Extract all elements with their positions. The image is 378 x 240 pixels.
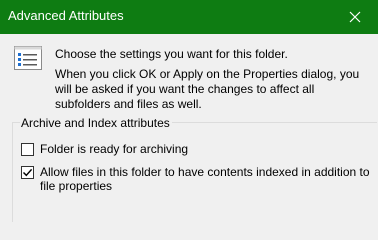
- checkmark-icon: [23, 168, 33, 177]
- archive-index-group-label: Archive and Index attributes: [20, 116, 172, 130]
- advanced-attributes-dialog: Advanced Attributes Choose the settings …: [0, 0, 378, 222]
- properties-list-icon: [14, 46, 42, 70]
- info-line-1: Choose the settings you want for this fo…: [55, 47, 288, 61]
- close-icon: [349, 11, 361, 23]
- dialog-title: Advanced Attributes: [8, 8, 124, 23]
- title-bar[interactable]: Advanced Attributes: [0, 0, 378, 34]
- index-checkbox-label[interactable]: Allow files in this folder to have conte…: [40, 165, 370, 193]
- archive-checkbox-row[interactable]: Folder is ready for archiving: [21, 142, 370, 156]
- index-checkbox[interactable]: [21, 166, 34, 179]
- info-text: Choose the settings you want for this fo…: [55, 47, 370, 112]
- index-checkbox-row[interactable]: Allow files in this folder to have conte…: [21, 165, 370, 193]
- archive-checkbox[interactable]: [21, 143, 34, 156]
- info-line-2: When you click OK or Apply on the Proper…: [55, 67, 360, 111]
- archive-checkbox-label[interactable]: Folder is ready for archiving: [40, 142, 370, 156]
- close-button[interactable]: [332, 0, 378, 34]
